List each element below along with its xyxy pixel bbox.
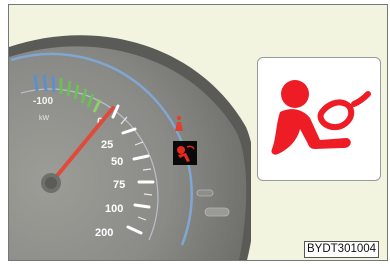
figure-code-label: BYDT301004 <box>304 241 380 258</box>
airbag-warning-icon <box>271 80 371 155</box>
airbag-warning-callout <box>257 57 381 181</box>
speed-label-75: 75 <box>113 179 125 191</box>
needle-hub-center <box>45 177 57 189</box>
speed-label-25: 25 <box>101 139 113 151</box>
speed-label-200: 200 <box>95 227 113 239</box>
dash-airbag-warning-icon <box>173 141 197 165</box>
instrument-cluster: -100 kW 0 25 50 75 100 200 <box>9 35 251 260</box>
figure-frame: -100 kW 0 25 50 75 100 200 <box>8 4 388 261</box>
speed-label-50: 50 <box>111 156 123 168</box>
power-unit-label: kW <box>39 115 50 122</box>
speed-label-100: 100 <box>105 203 123 215</box>
power-label-min: -100 <box>33 96 53 107</box>
